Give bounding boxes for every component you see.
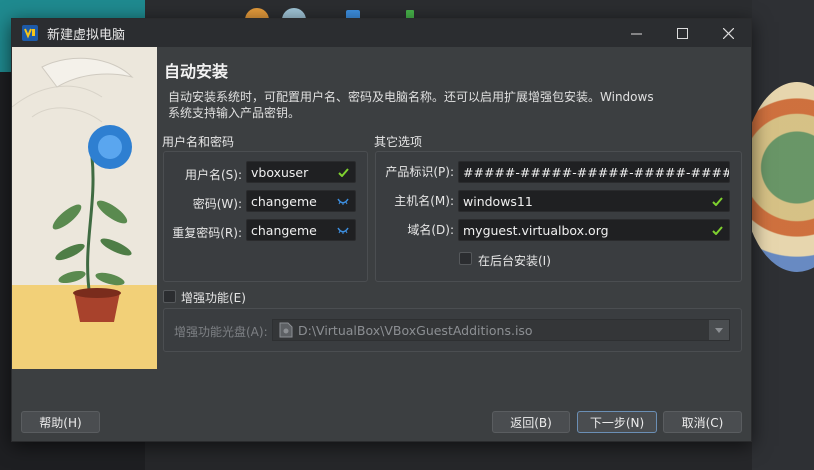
repeat-password-value: changeme <box>251 222 317 238</box>
additions-iso-value: D:\VirtualBox\VBoxGuestAdditions.iso <box>298 322 533 338</box>
valid-check-icon <box>335 164 351 180</box>
cancel-button[interactable]: 取消(C) <box>663 411 742 433</box>
guest-additions-label[interactable]: 增强功能(E) <box>181 289 246 306</box>
virtualbox-logo-icon <box>22 25 38 41</box>
domain-value: myguest.virtualbox.org <box>463 222 609 238</box>
valid-check-icon <box>709 193 725 209</box>
description-line: 系统支持输入产品密钥。 <box>168 106 301 120</box>
hostname-label: 主机名(M): <box>394 194 454 208</box>
hostname-field[interactable]: windows11 <box>458 190 730 212</box>
password-value: changeme <box>251 193 317 209</box>
password-label: 密码(W): <box>192 197 242 211</box>
description-line: 自动安装系统时，可配置用户名、密码及电脑名称。还可以启用扩展增强包安装。Wind… <box>168 90 654 104</box>
window-title: 新建虚拟电脑 <box>47 27 126 43</box>
new-vm-dialog: 新建虚拟电脑 自动安装 自动安装系统时，可配置用户名、密码及电脑名称。还可以启用… <box>11 18 752 442</box>
dropdown-arrow-icon[interactable] <box>709 320 729 340</box>
page-description: 自动安装系统时，可配置用户名、密码及电脑名称。还可以启用扩展增强包安装。Wind… <box>168 89 668 121</box>
domain-label: 域名(D): <box>407 223 454 237</box>
domain-field[interactable]: myguest.virtualbox.org <box>458 219 730 241</box>
username-value: vboxuser <box>251 164 309 180</box>
user-group-title: 用户名和密码 <box>162 135 235 149</box>
show-password-icon[interactable] <box>335 222 351 238</box>
repeat-password-field[interactable]: changeme <box>246 219 356 241</box>
additions-iso-label: 增强功能光盘(A): <box>174 325 268 339</box>
document-icon <box>279 322 293 338</box>
password-field[interactable]: changeme <box>246 190 356 212</box>
next-button[interactable]: 下一步(N) <box>577 411 657 433</box>
additions-iso-combobox[interactable]: D:\VirtualBox\VBoxGuestAdditions.iso <box>272 319 730 341</box>
product-key-field[interactable]: #####-#####-#####-#####-##### <box>458 161 730 183</box>
minimize-icon <box>630 33 642 34</box>
product-key-value: #####-#####-#####-#####-##### <box>463 164 729 180</box>
help-button[interactable]: 帮助(H) <box>21 411 100 433</box>
other-group-title: 其它选项 <box>374 135 423 149</box>
product-key-label: 产品标识(P): <box>385 165 454 179</box>
background-install-label[interactable]: 在后台安装(I) <box>478 252 551 269</box>
guest-additions-checkbox[interactable] <box>163 290 176 303</box>
minimize-button[interactable] <box>613 19 659 47</box>
background-install-checkbox[interactable] <box>459 252 472 265</box>
show-password-icon[interactable] <box>335 193 351 209</box>
maximize-button[interactable] <box>659 19 705 47</box>
page-heading: 自动安装 <box>164 62 229 81</box>
maximize-icon <box>676 27 688 39</box>
repeat-password-label: 重复密码(R): <box>172 226 242 240</box>
valid-check-icon <box>709 222 725 238</box>
close-icon <box>722 27 734 39</box>
close-button[interactable] <box>705 19 751 47</box>
desktop-background-strip <box>145 440 814 470</box>
hostname-value: windows11 <box>463 193 533 209</box>
title-bar[interactable]: 新建虚拟电脑 <box>12 19 751 47</box>
username-label: 用户名(S): <box>184 168 242 182</box>
wizard-illustration <box>12 47 157 369</box>
username-field[interactable]: vboxuser <box>246 161 356 183</box>
back-button[interactable]: 返回(B) <box>492 411 570 433</box>
